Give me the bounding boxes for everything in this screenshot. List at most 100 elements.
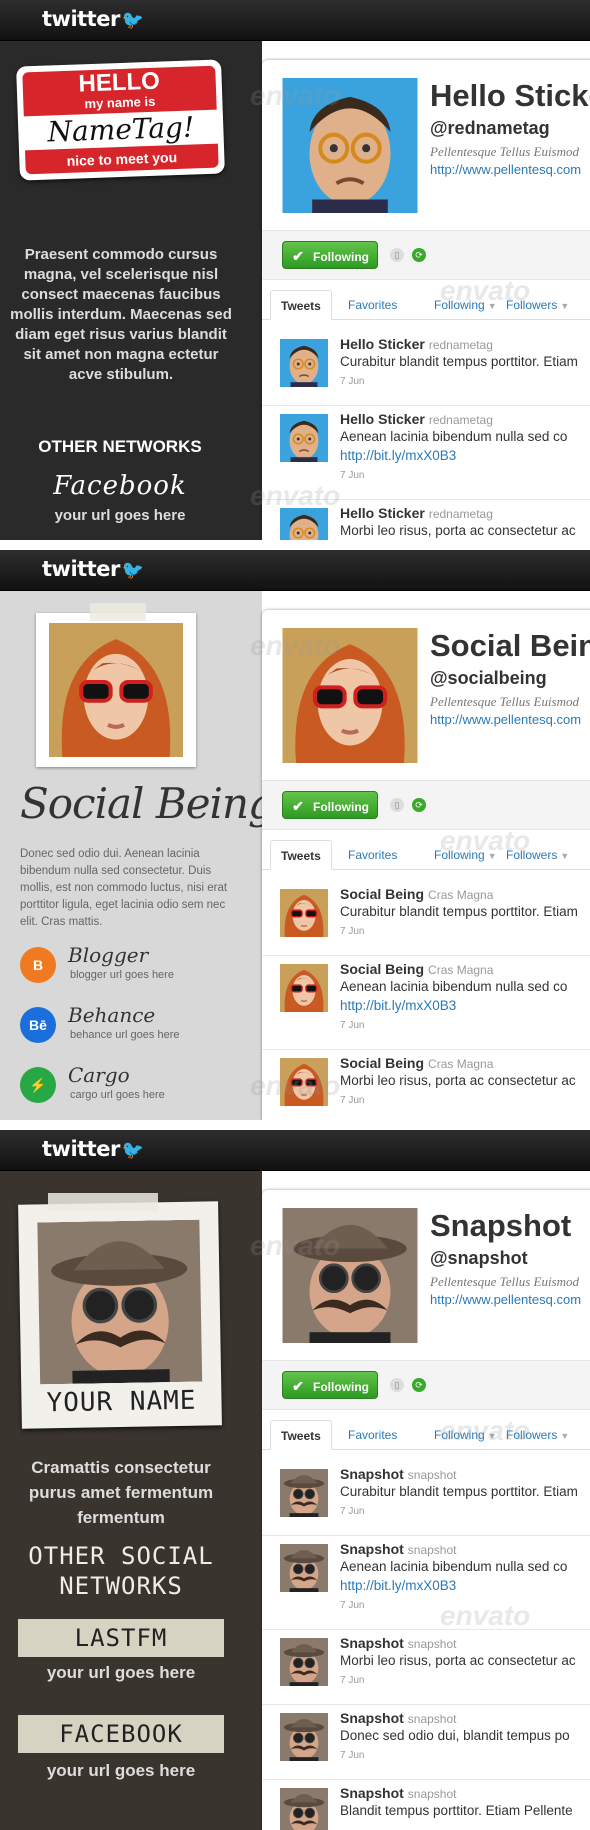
twitter-logo[interactable]: twitter 🐦 <box>42 557 144 581</box>
tab-following[interactable]: Following ▼ <box>434 840 497 870</box>
tweet-avatar[interactable] <box>280 414 328 462</box>
twitter-logo[interactable]: twitter 🐦 <box>42 7 144 31</box>
tweet-avatar[interactable] <box>280 1469 328 1517</box>
tweet-item[interactable]: Snapshot snapshot Morbi leo risus, porta … <box>262 1630 590 1705</box>
tweet-author[interactable]: Snapshot <box>340 1541 404 1557</box>
tweet-username[interactable]: snapshot <box>408 1787 457 1801</box>
tweet-item[interactable]: Snapshot snapshot Curabitur blandit tempu… <box>262 1461 590 1536</box>
tab-tweets[interactable]: Tweets <box>270 840 332 870</box>
tweet-username[interactable]: rednametag <box>429 413 493 427</box>
lastfm-url[interactable]: your url goes here <box>10 1663 232 1683</box>
tweet-username[interactable]: snapshot <box>408 1637 457 1651</box>
tweet-item[interactable]: Social Being Cras Magna Morbi leo risus, … <box>262 1050 590 1120</box>
tweet-username[interactable]: Cras Magna <box>428 963 493 977</box>
caret-down-icon: ▼ <box>487 301 497 311</box>
tab-following[interactable]: Following ▼ <box>434 1420 497 1450</box>
network-blogger[interactable]: B Blogger blogger url goes here <box>20 943 250 987</box>
retweet-icon[interactable]: ⟳ <box>412 798 426 812</box>
tweet-avatar[interactable] <box>280 1713 328 1761</box>
tweet-username[interactable]: snapshot <box>408 1543 457 1557</box>
tweet-date: 7 Jun <box>340 376 365 387</box>
profile-url[interactable]: http://www.pellentesq.com <box>430 162 581 177</box>
tweet-avatar[interactable] <box>280 889 328 937</box>
tab-tweets[interactable]: Tweets <box>270 290 332 320</box>
following-button[interactable]: ✔ Following <box>282 241 378 269</box>
tweet-author[interactable]: Snapshot <box>340 1710 404 1726</box>
profile-url[interactable]: http://www.pellentesq.com <box>430 1292 581 1307</box>
facebook-url[interactable]: your url goes here <box>0 507 240 524</box>
tweet-avatar[interactable] <box>280 508 328 540</box>
tweet-username[interactable]: snapshot <box>408 1712 457 1726</box>
tweet-username[interactable]: Cras Magna <box>428 888 493 902</box>
tweet-item[interactable]: Snapshot snapshot Aenean lacinia bibendum… <box>262 1536 590 1630</box>
tweet-author[interactable]: Snapshot <box>340 1635 404 1651</box>
profile-handle: @snapshot <box>430 1248 528 1268</box>
profile-avatar[interactable] <box>280 628 420 763</box>
tweet-date: 7 Jun <box>340 1750 365 1761</box>
check-icon: ✔ <box>292 1378 304 1394</box>
tweet-avatar[interactable] <box>280 1544 328 1592</box>
tweet-link[interactable]: http://bit.ly/mxX0B3 <box>340 1578 456 1593</box>
tweet-avatar[interactable] <box>280 1788 328 1830</box>
sidebar-text: Cramattis consectetur purus amet ferment… <box>28 1458 214 1527</box>
retweet-icon[interactable]: ⟳ <box>412 248 426 262</box>
tweet-author[interactable]: Social Being <box>340 961 424 977</box>
following-button[interactable]: ✔ Following <box>282 791 378 819</box>
tweet-avatar[interactable] <box>280 339 328 387</box>
profile-avatar[interactable] <box>280 1208 420 1343</box>
tweet-item[interactable]: Hello Sticker rednametag Curabitur blandi… <box>262 331 590 406</box>
tab-tweets[interactable]: Tweets <box>270 1420 332 1450</box>
twitter-logo[interactable]: twitter 🐦 <box>42 1137 144 1161</box>
tweet-item[interactable]: Snapshot snapshot Donec sed odio dui, bla… <box>262 1705 590 1780</box>
profile-url[interactable]: http://www.pellentesq.com <box>430 712 581 727</box>
tweet-author[interactable]: Hello Sticker <box>340 336 425 352</box>
tweet-author[interactable]: Snapshot <box>340 1785 404 1801</box>
following-button[interactable]: ✔ Following <box>282 1371 378 1399</box>
tweet-author[interactable]: Social Being <box>340 1055 424 1071</box>
tab-favorites[interactable]: Favorites <box>348 1420 397 1450</box>
retweet-icon[interactable]: ⟳ <box>412 1378 426 1392</box>
profile-handle: @rednametag <box>430 118 550 138</box>
device-icon[interactable]: ▯ <box>390 798 404 812</box>
tweet-item[interactable]: Social Being Cras Magna Curabitur blandit… <box>262 881 590 956</box>
tweet-author[interactable]: Hello Sticker <box>340 411 425 427</box>
lastfm-label[interactable]: LASTFM <box>18 1619 224 1657</box>
network-cargo[interactable]: ⚡ Cargo cargo url goes here <box>20 1063 250 1107</box>
tweet-username[interactable]: Cras Magna <box>428 1057 493 1071</box>
tab-following[interactable]: Following ▼ <box>434 290 497 320</box>
profile-tabs: Tweets Favorites Following ▼ Followers ▼ <box>262 840 590 870</box>
tweet-avatar[interactable] <box>280 964 328 1012</box>
device-icon[interactable]: ▯ <box>390 1378 404 1392</box>
facebook-label[interactable]: Facebook <box>0 471 240 501</box>
tab-favorites[interactable]: Favorites <box>348 290 397 320</box>
tweet-avatar[interactable] <box>280 1638 328 1686</box>
tweet-author[interactable]: Social Being <box>340 886 424 902</box>
tweet-item[interactable]: Social Being Cras Magna Aenean lacinia bi… <box>262 956 590 1050</box>
sidebar-text: Praesent commodo cursus magna, vel scele… <box>10 246 232 383</box>
facebook-url[interactable]: your url goes here <box>10 1761 232 1781</box>
follow-row: ✔ Following ▯ ⟳ <box>262 230 590 280</box>
tab-favorites[interactable]: Favorites <box>348 840 397 870</box>
profile-avatar[interactable] <box>280 78 420 213</box>
tweet-item[interactable]: Hello Sticker rednametag Morbi leo risus,… <box>262 500 590 540</box>
profile-name: Hello Sticker <box>430 78 590 113</box>
tweet-username[interactable]: rednametag <box>429 338 493 352</box>
network-behance[interactable]: Bē Behance behance url goes here <box>20 1003 250 1047</box>
tweet-avatar[interactable] <box>280 1058 328 1106</box>
device-icon[interactable]: ▯ <box>390 248 404 262</box>
behance-icon: Bē <box>20 1007 56 1043</box>
tweet-author[interactable]: Hello Sticker <box>340 505 425 521</box>
tab-followers[interactable]: Followers ▼ <box>506 290 569 320</box>
tweet-username[interactable]: snapshot <box>408 1468 457 1482</box>
facebook-label[interactable]: FACEBOOK <box>18 1715 224 1753</box>
tweet-link[interactable]: http://bit.ly/mxX0B3 <box>340 998 456 1013</box>
tab-followers[interactable]: Followers ▼ <box>506 1420 569 1450</box>
tweet-username[interactable]: rednametag <box>429 507 493 521</box>
polaroid-photo: YOUR NAME <box>18 1201 222 1429</box>
tweet-item[interactable]: Snapshot snapshot Blandit tempus porttito… <box>262 1780 590 1830</box>
tweet-item[interactable]: Hello Sticker rednametag Aenean lacinia b… <box>262 406 590 500</box>
tweet-link[interactable]: http://bit.ly/mxX0B3 <box>340 448 456 463</box>
tweet-author[interactable]: Snapshot <box>340 1466 404 1482</box>
tweet-text: Aenean lacinia bibendum nulla sed co <box>340 429 568 444</box>
tab-followers[interactable]: Followers ▼ <box>506 840 569 870</box>
